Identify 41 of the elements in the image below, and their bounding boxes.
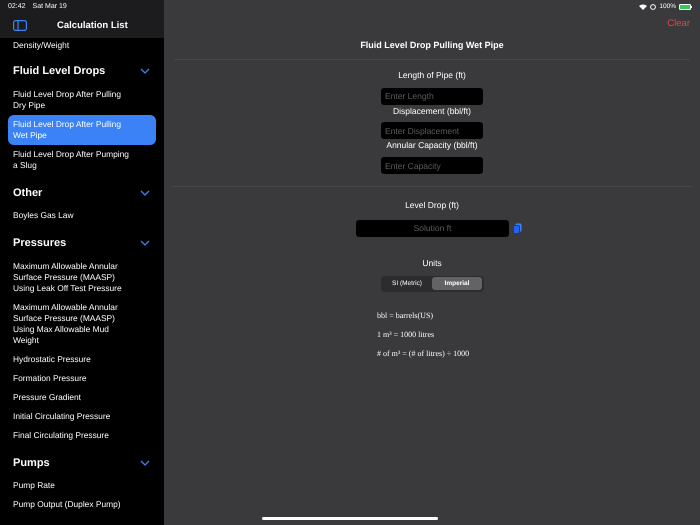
sidebar-item[interactable]: Maximum Allowable Annular Surface Pressure (MAASP) Using Max Allowable Mud Weight <box>8 298 156 350</box>
section-header: Pressures <box>13 236 66 251</box>
units-label: Units <box>422 256 442 270</box>
sidebar-title: Calculation List <box>57 18 128 32</box>
sidebar-item[interactable]: Fluid Level Drop After Pumping a Slug <box>8 144 156 174</box>
note-text: bbl = barrels(US) <box>377 310 434 322</box>
chevron-icon[interactable] <box>140 68 150 74</box>
input-field[interactable]: Enter Length <box>381 88 483 104</box>
sidebar-item[interactable]: Density/Weight <box>8 38 156 53</box>
note-text: 1 m³ = 1000 litres <box>377 328 436 340</box>
sidebar-item[interactable]: Formation Pressure <box>8 368 156 388</box>
page-title: Fluid Level Drop Pulling Wet Pipe <box>360 39 504 52</box>
chevron-icon[interactable] <box>140 460 150 466</box>
note-text: # of m³ = (# of litres) ÷ 1000 <box>377 348 470 360</box>
sidebar-item[interactable]: Final Circulating Pressure <box>8 426 156 444</box>
section-header: Fluid Level Drops <box>13 64 106 79</box>
sidebar-item[interactable]: Fluid Level Drop After Pulling Dry Pipe <box>8 84 156 114</box>
lock-rotation-icon <box>650 4 656 10</box>
field-label: Level Drop (ft) <box>405 199 459 212</box>
sidebar-item[interactable]: Fluid Level Drop After Pulling Wet Pipe <box>8 114 156 144</box>
sidebar-item[interactable]: Boyles Gas Law <box>8 206 156 225</box>
chevron-icon[interactable] <box>140 190 150 196</box>
sidebar-item[interactable]: Maximum Allowable Annular Surface Pressure (MAASP) Using Leak Off Test Pressure <box>8 256 156 298</box>
section-header: Other <box>13 186 42 200</box>
copy-icon[interactable] <box>513 222 522 234</box>
sidebar-item[interactable]: Pump Output (Duplex Pump) <box>8 495 156 514</box>
chevron-icon[interactable] <box>140 240 150 246</box>
sidebar-item[interactable]: Hydrostatic Pressure <box>8 350 156 368</box>
input-field[interactable]: Enter Capacity <box>381 157 483 174</box>
sidebar-item[interactable]: Pump Rate <box>8 476 156 495</box>
field-label: Annular Capacity (bbl/ft) <box>386 139 478 152</box>
wifi-icon <box>639 4 648 10</box>
sidebar-toggle-icon[interactable] <box>13 20 27 32</box>
sidebar-item[interactable]: Pressure Gradient <box>8 388 156 406</box>
section-header: Pumps <box>13 456 50 470</box>
result-field[interactable]: Solution ft <box>356 220 509 237</box>
input-field[interactable]: Enter Displacement <box>381 122 483 140</box>
battery-icon <box>679 4 692 10</box>
sidebar-item[interactable]: Initial Circulating Pressure <box>8 406 156 426</box>
field-label: Length of Pipe (ft) <box>398 68 466 82</box>
field-label: Displacement (bbl/ft) <box>393 104 471 118</box>
